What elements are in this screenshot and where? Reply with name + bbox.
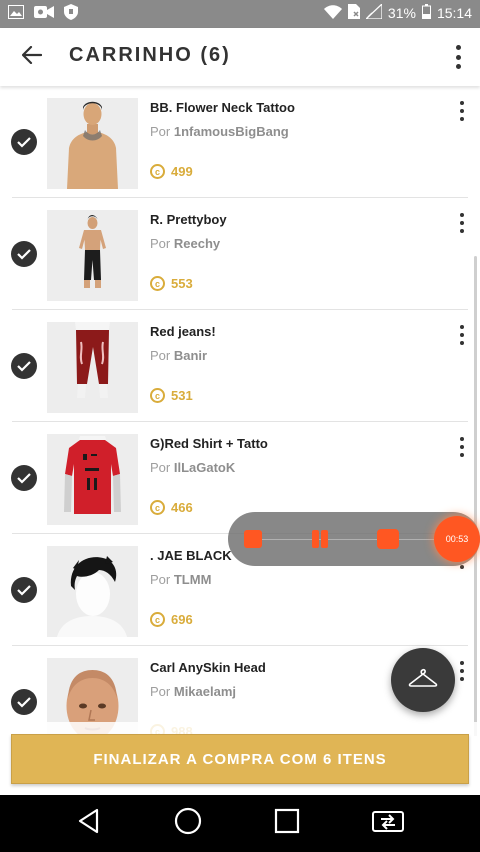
item-name[interactable]: G)Red Shirt + Tatto bbox=[150, 436, 268, 451]
nav-back-button[interactable] bbox=[75, 807, 103, 840]
item-author: Por IlLaGatoK bbox=[150, 460, 236, 475]
checkout-button[interactable]: FINALIZAR A COMPRA COM 6 ITENS bbox=[11, 734, 469, 784]
shield-icon bbox=[64, 4, 78, 25]
checkout-bar: FINALIZAR A COMPRA COM 6 ITENS bbox=[0, 722, 480, 795]
divider bbox=[258, 539, 450, 540]
gallery-icon bbox=[8, 5, 24, 24]
cart-item[interactable]: BB. Flower Neck Tattoo Por 1nfamousBigBa… bbox=[0, 86, 480, 198]
screen-switch-icon bbox=[372, 811, 404, 832]
item-name[interactable]: Carl AnySkin Head bbox=[150, 660, 266, 675]
square-recents-icon bbox=[274, 808, 300, 834]
circle-home-icon bbox=[174, 807, 202, 835]
back-button[interactable] bbox=[14, 41, 50, 73]
credits-icon: c bbox=[150, 612, 165, 627]
item-options-button[interactable] bbox=[458, 325, 466, 345]
signal-icon bbox=[364, 2, 383, 22]
check-icon[interactable] bbox=[11, 129, 37, 155]
item-options-button[interactable] bbox=[458, 437, 466, 457]
item-thumbnail[interactable] bbox=[47, 210, 138, 301]
credits-icon: c bbox=[150, 500, 165, 515]
item-author: Por Reechy bbox=[150, 236, 221, 251]
triangle-back-icon bbox=[78, 808, 99, 834]
item-options-button[interactable] bbox=[458, 101, 466, 121]
credits-icon: c bbox=[150, 388, 165, 403]
item-options-button[interactable] bbox=[458, 213, 466, 233]
item-price: c 553 bbox=[150, 276, 193, 291]
item-name[interactable]: R. Prettyboy bbox=[150, 212, 227, 227]
credits-icon: c bbox=[150, 276, 165, 291]
battery-icon bbox=[421, 4, 431, 22]
battery-percent: 31% bbox=[387, 5, 416, 21]
nav-home-button[interactable] bbox=[173, 806, 203, 841]
check-icon[interactable] bbox=[11, 689, 37, 715]
scrollbar[interactable] bbox=[474, 256, 477, 736]
item-name[interactable]: . JAE BLACK bbox=[150, 548, 232, 563]
cart-item[interactable]: Red jeans! Por Banir c 531 bbox=[0, 310, 480, 422]
check-icon[interactable] bbox=[11, 465, 37, 491]
item-name[interactable]: BB. Flower Neck Tattoo bbox=[150, 100, 295, 115]
item-thumbnail[interactable] bbox=[47, 322, 138, 413]
item-thumbnail[interactable] bbox=[47, 546, 138, 637]
item-thumbnail[interactable] bbox=[47, 98, 138, 189]
item-author: Por TLMM bbox=[150, 572, 212, 587]
more-vert-icon bbox=[460, 101, 464, 105]
screen-recorder-controls[interactable]: 00:53 bbox=[228, 512, 480, 566]
check-icon[interactable] bbox=[11, 241, 37, 267]
arrow-left-icon bbox=[21, 45, 43, 69]
item-author: Por 1nfamousBigBang bbox=[150, 124, 289, 139]
nav-recents-button[interactable] bbox=[273, 807, 301, 840]
credits-icon: c bbox=[150, 164, 165, 179]
more-vert-icon bbox=[455, 45, 461, 50]
recording-timer[interactable]: 00:53 bbox=[434, 516, 480, 562]
system-nav-bar bbox=[0, 795, 480, 852]
item-price: c 466 bbox=[150, 500, 193, 515]
pause-icon bbox=[312, 530, 328, 548]
item-author: Por Mikaelamj bbox=[150, 684, 237, 699]
item-thumbnail[interactable] bbox=[47, 434, 138, 525]
video-camera-icon bbox=[34, 5, 54, 24]
app-bar: CARRINHO (6) bbox=[0, 28, 480, 86]
item-price: c 499 bbox=[150, 164, 193, 179]
item-options-button[interactable] bbox=[458, 661, 466, 681]
wardrobe-fab[interactable] bbox=[391, 648, 455, 712]
status-bar: 31% 15:14 bbox=[0, 0, 480, 28]
more-vert-icon bbox=[460, 661, 464, 665]
more-vert-icon bbox=[460, 213, 464, 217]
item-author: Por Banir bbox=[150, 348, 208, 363]
check-icon[interactable] bbox=[11, 353, 37, 379]
pause-recording-button[interactable] bbox=[311, 530, 329, 548]
clock: 15:14 bbox=[436, 5, 472, 21]
cart-item[interactable]: R. Prettyboy Por Reechy c 553 bbox=[0, 198, 480, 310]
more-options-button[interactable] bbox=[452, 43, 464, 71]
nav-switch-button[interactable] bbox=[371, 807, 405, 840]
more-vert-icon bbox=[460, 325, 464, 329]
hanger-icon bbox=[408, 667, 438, 694]
item-price: c 531 bbox=[150, 388, 193, 403]
sim-icon bbox=[347, 4, 360, 22]
item-price: c 696 bbox=[150, 612, 193, 627]
check-icon[interactable] bbox=[11, 577, 37, 603]
page-title: CARRINHO (6) bbox=[69, 44, 231, 66]
stop-recording-button[interactable] bbox=[244, 530, 262, 548]
wifi-icon bbox=[323, 4, 342, 22]
cart-list[interactable]: BB. Flower Neck Tattoo Por 1nfamousBigBa… bbox=[0, 86, 480, 736]
settings-recording-button[interactable] bbox=[377, 529, 399, 549]
more-vert-icon bbox=[460, 437, 464, 441]
item-name[interactable]: Red jeans! bbox=[150, 324, 216, 339]
